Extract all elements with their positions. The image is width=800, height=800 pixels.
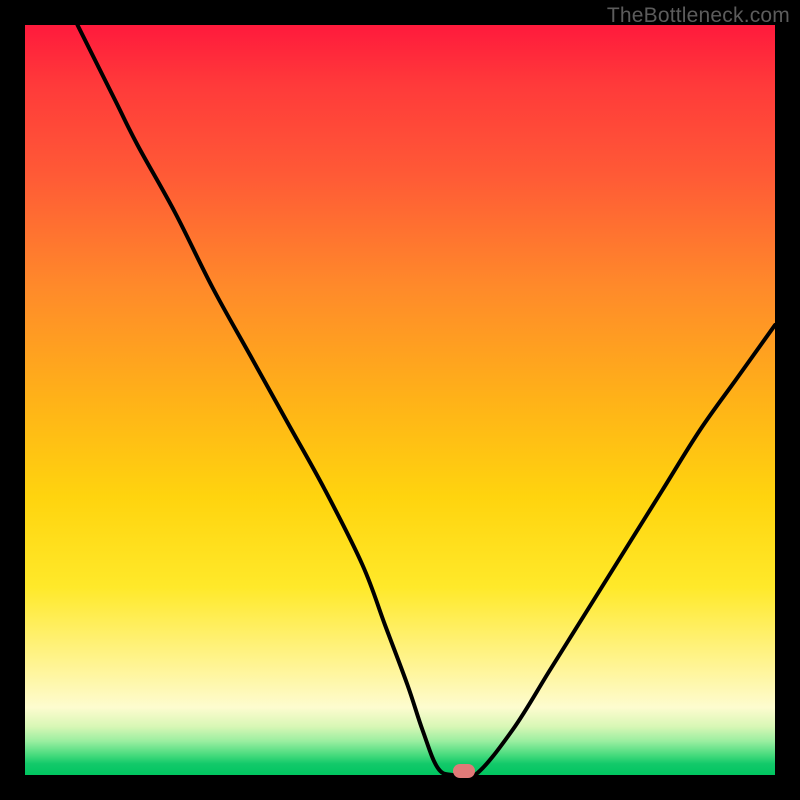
chart-plot-area xyxy=(25,25,775,775)
chart-stage: TheBottleneck.com xyxy=(0,0,800,800)
